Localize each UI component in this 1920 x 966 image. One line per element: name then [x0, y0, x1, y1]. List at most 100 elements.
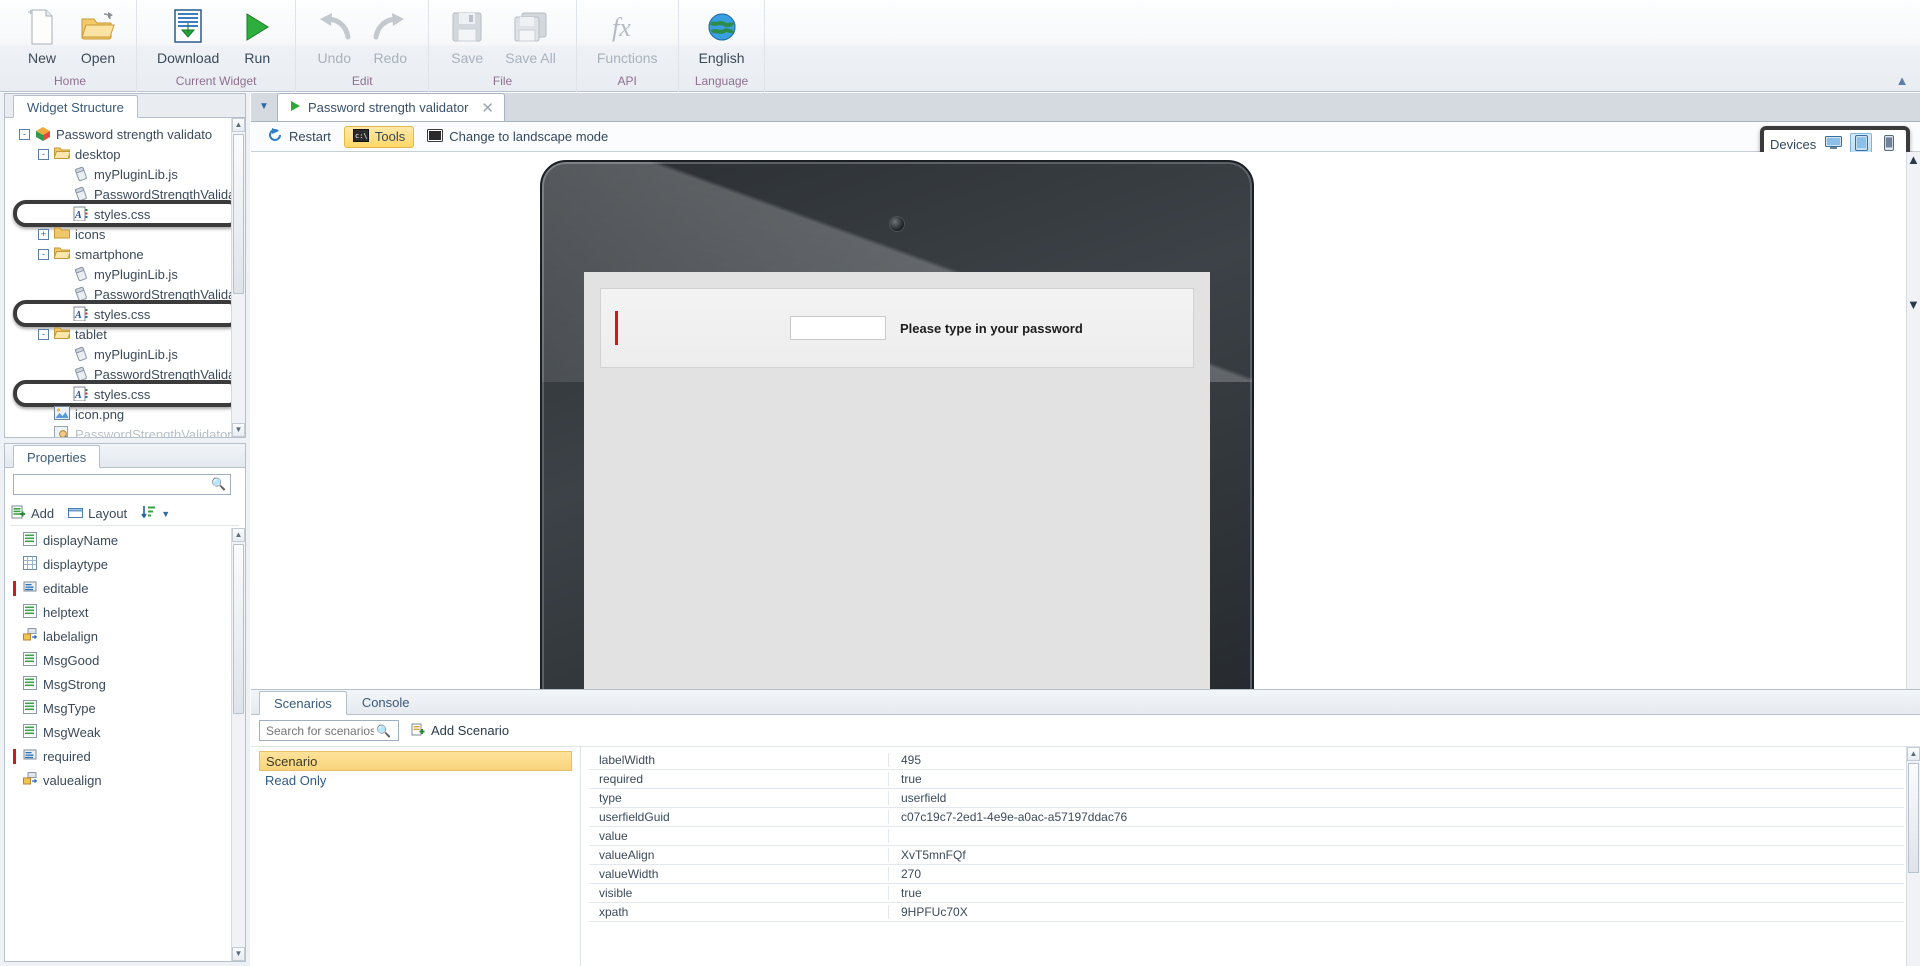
layout-button[interactable]: Layout	[68, 506, 127, 522]
search-icon[interactable]: 🔍	[376, 724, 391, 738]
property-item-valuealign[interactable]: valuealign	[13, 768, 231, 792]
tree-item-mypluginlib-js[interactable]: myPluginLib.js	[11, 344, 231, 364]
tree-item-password-strength-validato[interactable]: - Password strength validato	[11, 124, 231, 144]
table-row[interactable]: type userfield	[589, 789, 1904, 808]
tree-item-passwordstrengthvalidator[interactable]: PasswordStrengthValidator.	[11, 184, 245, 204]
table-row[interactable]: labelWidth 495	[589, 751, 1904, 770]
preview-vertical-scrollbar[interactable]: ▲ ▼	[1906, 152, 1920, 689]
expand-node-icon[interactable]: +	[38, 228, 49, 240]
svg-text:A: A	[74, 390, 82, 401]
document-tab-password-strength-validator[interactable]: Password strength validator ✕	[277, 93, 505, 121]
collapse-node-icon[interactable]: -	[38, 248, 49, 260]
property-item-editable[interactable]: editable	[13, 576, 231, 600]
restart-button[interactable]: Restart	[259, 126, 340, 148]
tree-item-smartphone[interactable]: - smartphone	[11, 244, 231, 264]
tools-label: Tools	[374, 129, 406, 144]
property-value[interactable]: true	[889, 772, 1904, 786]
property-value[interactable]: userfield	[889, 791, 1904, 805]
sort-button[interactable]: ▼	[141, 505, 170, 522]
table-row[interactable]: userfieldGuid c07c19c7-2ed1-4e9e-a0ac-a57…	[589, 808, 1904, 827]
tab-widget-structure[interactable]: Widget Structure	[13, 95, 138, 118]
tree-item-icon-png[interactable]: icon.png	[11, 404, 231, 424]
property-item-displaytype[interactable]: displaytype	[13, 552, 231, 576]
tree-item-styles-css[interactable]: Astyles.css	[11, 384, 231, 404]
scrollbar-thumb[interactable]	[1907, 167, 1920, 297]
table-row[interactable]: valueAlign XvT5mnFQf	[589, 846, 1904, 865]
property-value[interactable]: 495	[889, 753, 1904, 767]
table-row[interactable]: value	[589, 827, 1904, 846]
scroll-up-arrow-icon[interactable]: ▲	[1907, 747, 1920, 761]
property-value[interactable]: c07c19c7-2ed1-4e9e-a0ac-a57197ddac76	[889, 810, 1904, 824]
floppy-save-icon	[452, 12, 482, 45]
collapse-ribbon-icon[interactable]: ▲	[1894, 73, 1910, 89]
bottom-tab-scenarios[interactable]: Scenarios	[259, 691, 347, 715]
scenario-item-scenario[interactable]: Scenario	[259, 751, 572, 771]
add-scenario-button[interactable]: Add Scenario	[411, 722, 509, 739]
tools-button[interactable]: c:\ Tools	[343, 125, 415, 148]
scenario-search[interactable]: 🔍	[259, 720, 399, 741]
tree-item-desktop[interactable]: - desktop	[11, 144, 231, 164]
ribbon-button-label: Undo	[317, 50, 351, 66]
collapse-node-icon[interactable]: -	[38, 328, 49, 340]
ribbon-button-new[interactable]: New	[14, 4, 70, 67]
add-property-button[interactable]: Add	[11, 505, 54, 523]
tree-vertical-scrollbar[interactable]: ▲ ▼	[231, 118, 245, 437]
scroll-up-arrow-icon[interactable]: ▲	[232, 118, 245, 132]
scroll-down-arrow-icon[interactable]: ▼	[232, 947, 245, 961]
property-value[interactable]: 9HPFUc70X	[889, 905, 1904, 919]
scenario-search-input[interactable]	[264, 722, 376, 739]
property-item-msgtype[interactable]: MsgType	[13, 696, 231, 720]
tree-item-passwordstrengthvalidator[interactable]: PasswordStrengthValidator.	[11, 364, 245, 384]
property-item-msgstrong[interactable]: MsgStrong	[13, 672, 231, 696]
properties-vertical-scrollbar[interactable]: ▲ ▼	[231, 528, 245, 961]
tree-item-icons[interactable]: + icons	[11, 224, 231, 244]
tree-item-passwordstrengthvalidator[interactable]: PasswordStrengthValidator.	[11, 424, 234, 437]
property-value[interactable]: true	[889, 886, 1904, 900]
layout-folder-icon	[68, 506, 84, 522]
tree-item-mypluginlib-js[interactable]: myPluginLib.js	[11, 264, 231, 284]
tools-console-icon: c:\	[352, 128, 369, 145]
scrollbar-thumb[interactable]	[233, 134, 244, 294]
table-row[interactable]: visible true	[589, 884, 1904, 903]
scroll-up-arrow-icon[interactable]: ▲	[1907, 152, 1920, 167]
collapse-node-icon[interactable]: -	[38, 148, 49, 160]
change-orientation-button[interactable]: Change to landscape mode	[418, 126, 617, 148]
property-item-labelalign[interactable]: labelalign	[13, 624, 231, 648]
property-item-required[interactable]: required	[13, 744, 231, 768]
scenario-list: Scenario Read Only	[251, 747, 581, 966]
tree-item-tablet[interactable]: - tablet	[11, 324, 231, 344]
scroll-up-arrow-icon[interactable]: ▲	[232, 528, 245, 542]
password-input[interactable]	[790, 316, 886, 340]
ribbon-button-open[interactable]: Open	[70, 4, 126, 67]
ribbon-button-download[interactable]: Download	[147, 4, 229, 67]
scroll-down-arrow-icon[interactable]: ▼	[232, 423, 245, 437]
scenario-item-read-only[interactable]: Read Only	[251, 771, 580, 791]
scenario-table-scrollbar[interactable]: ▲	[1906, 747, 1920, 966]
tree-item-styles-css[interactable]: Astyles.css	[11, 204, 231, 224]
tab-properties[interactable]: Properties	[13, 445, 101, 468]
scrollbar-thumb[interactable]	[233, 544, 244, 714]
tree-item-mypluginlib-js[interactable]: myPluginLib.js	[11, 164, 231, 184]
close-icon[interactable]: ✕	[481, 99, 494, 117]
ribbon-group-title: Edit	[351, 74, 373, 88]
tree-item-styles-css[interactable]: Astyles.css	[11, 304, 231, 324]
bottom-tab-console[interactable]: Console	[347, 690, 425, 714]
table-row[interactable]: valueWidth 270	[589, 865, 1904, 884]
property-item-msgweak[interactable]: MsgWeak	[13, 720, 231, 744]
chevron-down-icon[interactable]: ▼	[251, 92, 277, 121]
table-row[interactable]: xpath 9HPFUc70X	[589, 903, 1904, 922]
property-value[interactable]: XvT5mnFQf	[889, 848, 1904, 862]
property-value[interactable]: 270	[889, 867, 1904, 881]
ribbon-button-english[interactable]: English	[689, 4, 755, 67]
collapse-node-icon[interactable]: -	[19, 128, 30, 140]
property-item-displayname[interactable]: displayName	[13, 528, 231, 552]
scrollbar-thumb[interactable]	[1908, 763, 1919, 873]
scroll-down-arrow-icon[interactable]: ▼	[1907, 297, 1920, 312]
tree-item-passwordstrengthvalidator[interactable]: PasswordStrengthValidator.	[11, 284, 245, 304]
table-row[interactable]: required true	[589, 770, 1904, 789]
ribbon-button-run[interactable]: Run	[229, 4, 285, 67]
property-search-input[interactable]: 🔍	[13, 474, 231, 495]
property-item-msggood[interactable]: MsgGood	[13, 648, 231, 672]
chevron-down-icon[interactable]: ▼	[161, 509, 170, 519]
property-item-helptext[interactable]: helptext	[13, 600, 231, 624]
